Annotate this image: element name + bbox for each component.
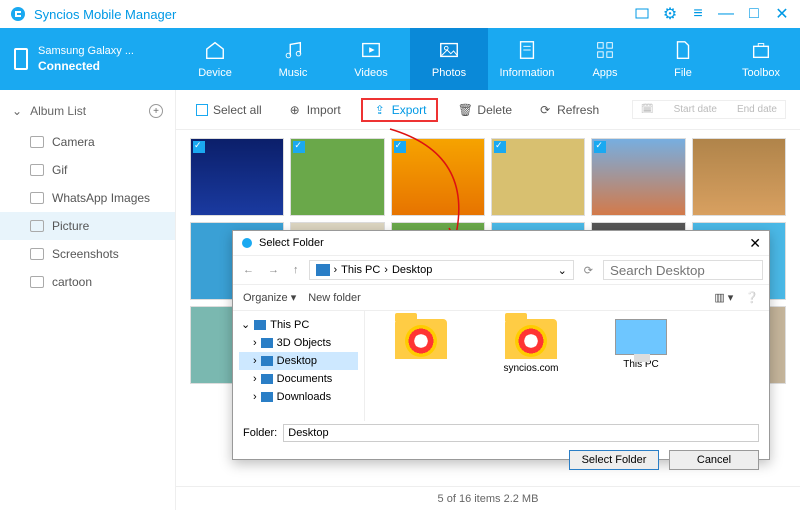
tree-3d[interactable]: › 3D Objects: [239, 334, 358, 352]
nav-music[interactable]: Music: [254, 28, 332, 90]
app-logo: [10, 6, 26, 22]
nav-photos[interactable]: Photos: [410, 28, 488, 90]
date-range-picker[interactable]: 🗓 Start date End date: [632, 100, 786, 119]
phone-icon: [14, 48, 28, 70]
chevron-down-icon[interactable]: ⌄: [12, 104, 22, 118]
folder-icon: [261, 374, 273, 384]
device-status: Connected: [38, 59, 134, 73]
tree-documents[interactable]: › Documents: [239, 370, 358, 388]
nav-apps[interactable]: Apps: [566, 28, 644, 90]
dialog-search-input[interactable]: [603, 260, 763, 280]
sidebar-item-picture[interactable]: Picture: [0, 212, 175, 240]
folder-icon: [30, 136, 44, 148]
maximize-icon[interactable]: □: [746, 6, 762, 22]
dialog-close-icon[interactable]: ✕: [749, 235, 761, 252]
folder-icon: [30, 248, 44, 260]
nav-back-icon[interactable]: ←: [239, 262, 258, 278]
cancel-button[interactable]: Cancel: [669, 450, 759, 470]
screen-icon[interactable]: [634, 6, 650, 22]
folder-icon: [261, 392, 273, 402]
trash-icon: 🗑: [458, 103, 472, 117]
device-name: Samsung Galaxy ...: [38, 45, 134, 57]
status-bar: 5 of 16 items 2.2 MB: [176, 486, 800, 510]
sidebar-item-whatsapp[interactable]: WhatsApp Images: [0, 184, 175, 212]
new-folder-button[interactable]: New folder: [308, 292, 361, 304]
nav-up-icon[interactable]: ↑: [289, 262, 303, 278]
photo-thumb[interactable]: [190, 138, 284, 216]
app-logo-small: [241, 237, 253, 249]
delete-button[interactable]: 🗑Delete: [452, 100, 518, 120]
photo-thumb[interactable]: [692, 138, 786, 216]
checkbox-icon: [196, 104, 208, 116]
add-album-button[interactable]: +: [149, 104, 163, 118]
app-title: Syncios Mobile Manager: [34, 7, 622, 22]
folder-icon: [505, 319, 557, 359]
folder-input[interactable]: [283, 424, 759, 442]
check-icon: [494, 141, 506, 153]
folder-label: Folder:: [243, 427, 277, 439]
export-icon: ⇪: [373, 103, 387, 117]
close-icon[interactable]: ✕: [774, 6, 790, 22]
folder-icon: [261, 356, 273, 366]
nav-file[interactable]: File: [644, 28, 722, 90]
dialog-title: Select Folder: [259, 237, 749, 249]
tree-this-pc[interactable]: ⌄ This PC: [239, 315, 358, 334]
photo-thumb[interactable]: [391, 138, 485, 216]
refresh-button[interactable]: ⟳Refresh: [532, 100, 605, 120]
photo-thumb[interactable]: [290, 138, 384, 216]
tree-downloads[interactable]: › Downloads: [239, 388, 358, 406]
minimize-icon[interactable]: —: [718, 6, 734, 22]
nav-information[interactable]: Information: [488, 28, 566, 90]
folder-icon: [30, 220, 44, 232]
check-icon: [193, 141, 205, 153]
device-panel[interactable]: Samsung Galaxy ... Connected: [0, 28, 176, 90]
select-folder-dialog: Select Folder ✕ ← → ↑ ›This PC ›Desktop …: [232, 230, 770, 460]
plus-icon: ⊕: [288, 103, 302, 117]
folder-icon: [30, 164, 44, 176]
sidebar-heading: Album List: [30, 104, 86, 118]
sidebar-item-camera[interactable]: Camera: [0, 128, 175, 156]
folder-icon: [30, 276, 44, 288]
calendar-icon: 🗓: [641, 104, 654, 115]
refresh-icon: ⟳: [538, 103, 552, 117]
breadcrumb[interactable]: ›This PC ›Desktop ⌄: [309, 260, 574, 280]
file-item[interactable]: This PC: [603, 319, 679, 370]
nav-forward-icon[interactable]: →: [264, 262, 283, 278]
help-icon[interactable]: ❔: [745, 291, 759, 304]
import-button[interactable]: ⊕Import: [282, 100, 347, 120]
refresh-icon[interactable]: ⟳: [580, 262, 597, 279]
nav-device[interactable]: Device: [176, 28, 254, 90]
select-folder-button[interactable]: Select Folder: [569, 450, 659, 470]
gear-icon[interactable]: ⚙: [662, 6, 678, 22]
photo-thumb[interactable]: [591, 138, 685, 216]
check-icon: [293, 141, 305, 153]
sidebar-item-screenshots[interactable]: Screenshots: [0, 240, 175, 268]
sidebar-item-gif[interactable]: Gif: [0, 156, 175, 184]
pc-icon: [316, 264, 330, 276]
tree-desktop[interactable]: › Desktop: [239, 352, 358, 370]
folder-icon: [261, 338, 273, 348]
file-item[interactable]: [383, 319, 459, 363]
export-button[interactable]: ⇪Export: [361, 98, 439, 122]
select-all-toggle[interactable]: Select all: [190, 100, 268, 120]
folder-icon: [30, 192, 44, 204]
nav-toolbox[interactable]: Toolbox: [722, 28, 800, 90]
view-icon[interactable]: ▥ ▾: [714, 291, 733, 304]
menu-icon[interactable]: ≡: [690, 6, 706, 22]
check-icon: [594, 141, 606, 153]
photo-thumb[interactable]: [491, 138, 585, 216]
pc-icon: [254, 320, 266, 330]
check-icon: [394, 141, 406, 153]
nav-videos[interactable]: Videos: [332, 28, 410, 90]
organize-menu[interactable]: Organize ▾: [243, 291, 296, 304]
file-item[interactable]: syncios.com: [493, 319, 569, 374]
pc-icon: [615, 319, 667, 355]
folder-icon: [395, 319, 447, 359]
sidebar-item-cartoon[interactable]: cartoon: [0, 268, 175, 296]
dialog-tree: ⌄ This PC › 3D Objects › Desktop › Docum…: [233, 311, 365, 421]
